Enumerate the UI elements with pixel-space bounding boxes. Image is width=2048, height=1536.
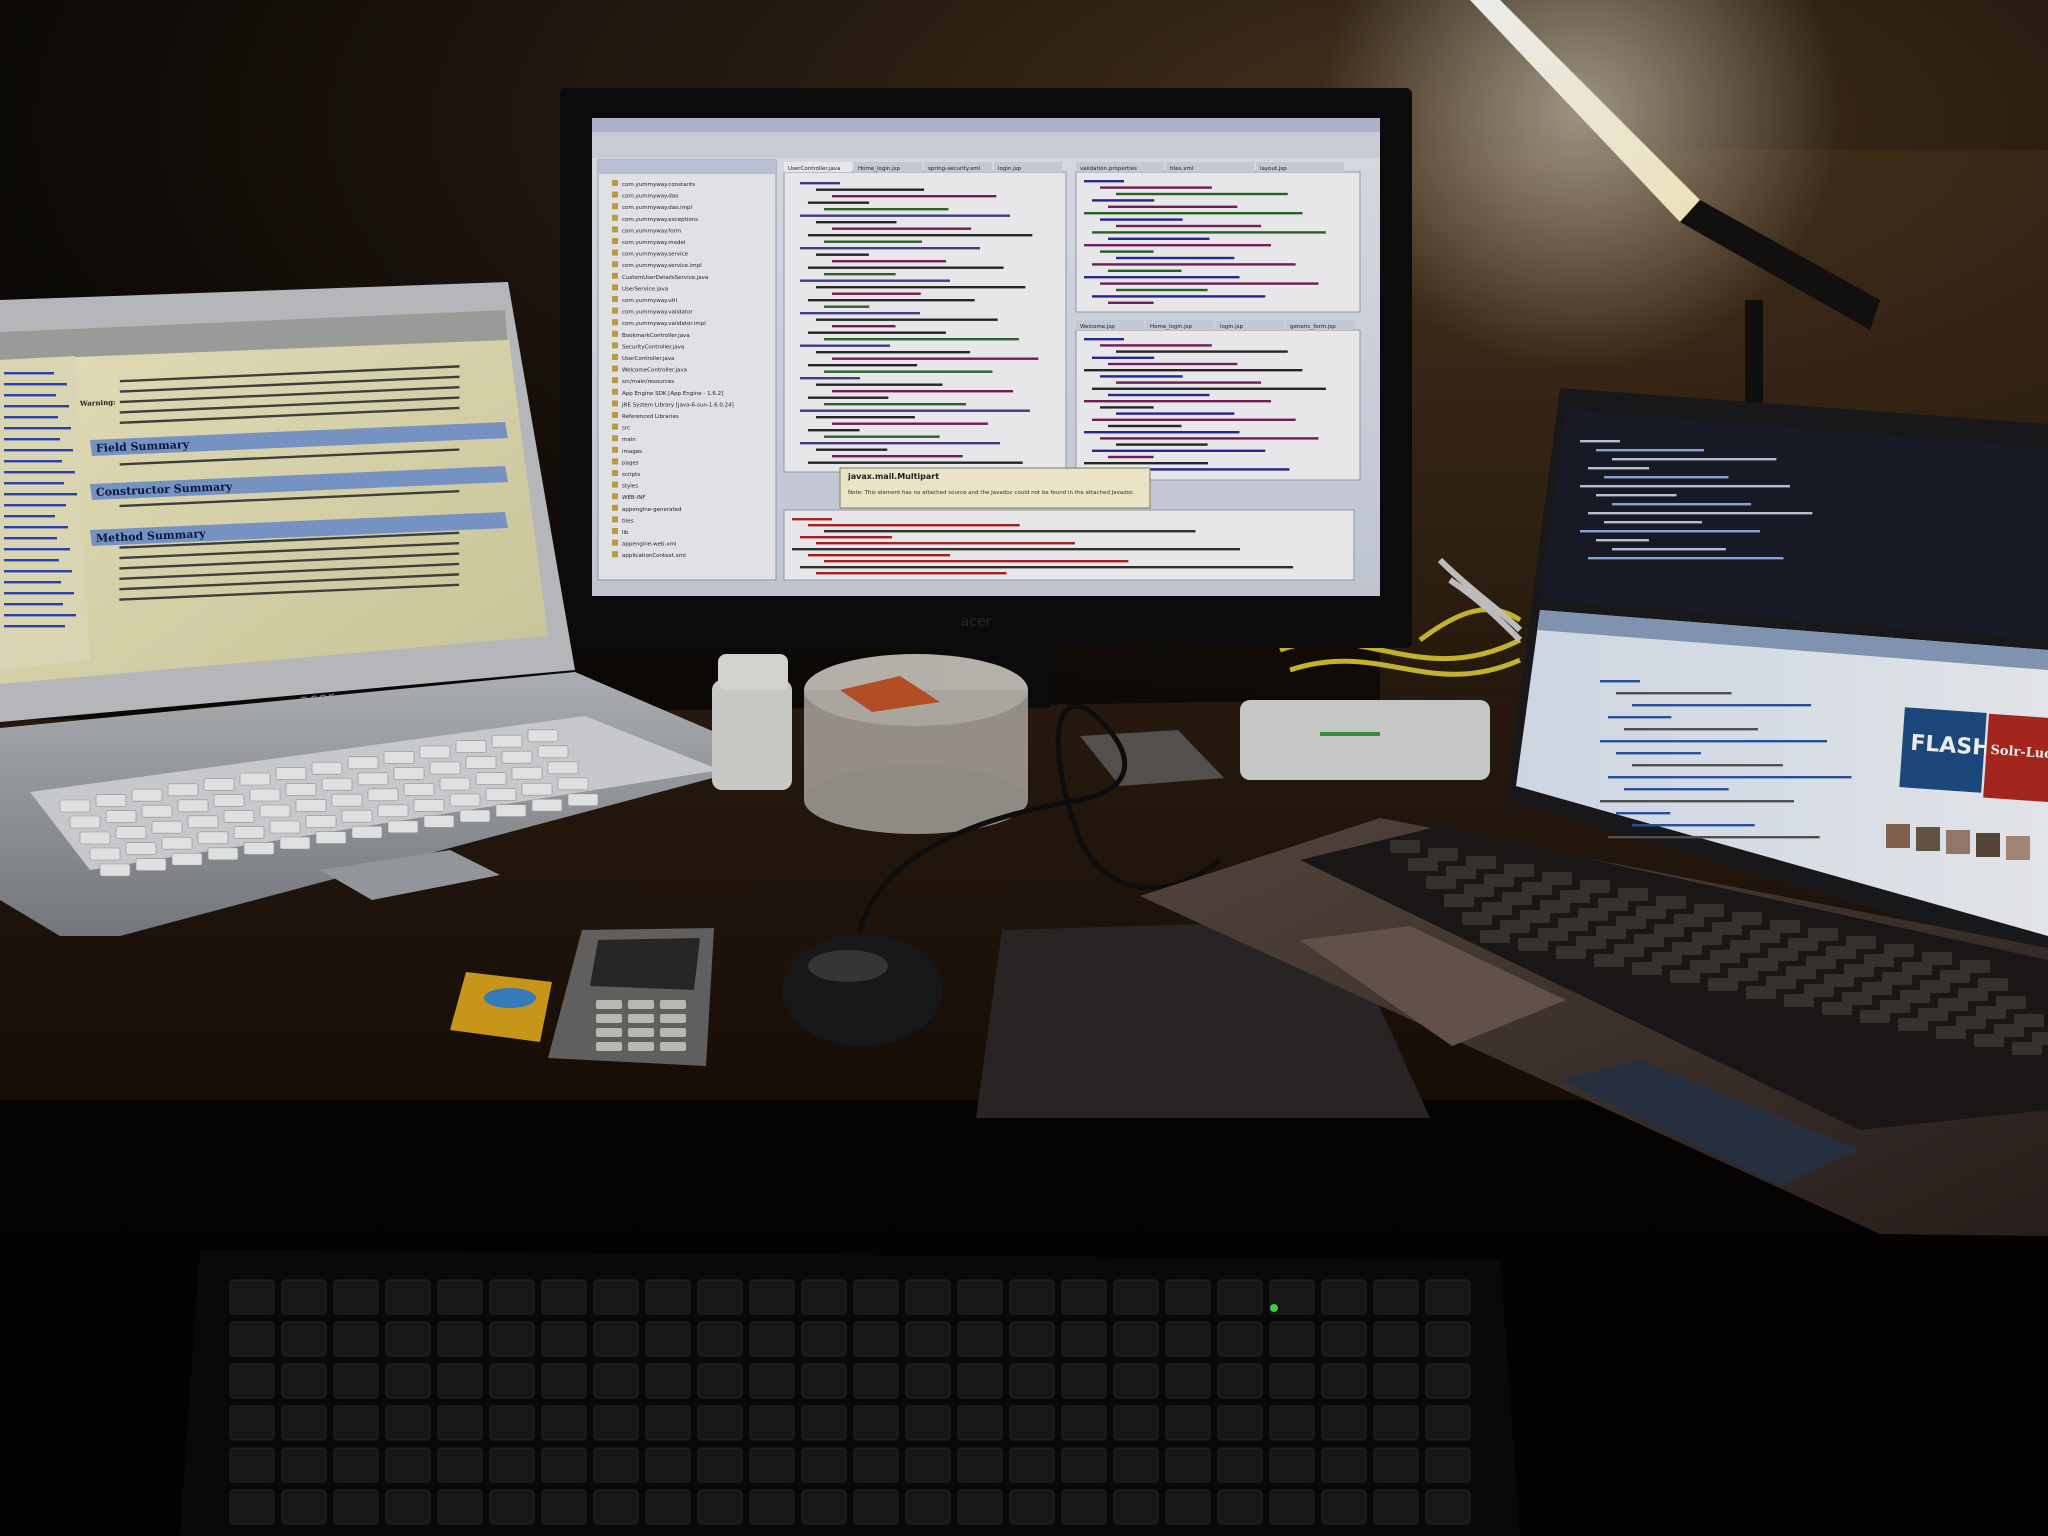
desk-photo: com.yummyway.constantscom.yummyway.daoco…: [0, 0, 2048, 1536]
vignette: [0, 0, 2048, 1536]
